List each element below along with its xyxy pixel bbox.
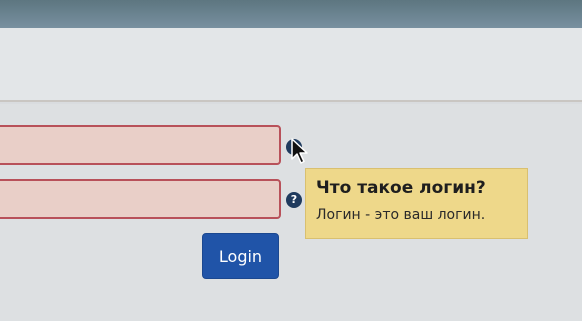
top-banner — [0, 0, 582, 28]
header-area — [0, 28, 582, 102]
password-help-icon[interactable]: ? — [286, 192, 302, 208]
password-field[interactable] — [0, 179, 281, 219]
username-field[interactable] — [0, 125, 281, 165]
tooltip-title: Что такое логин? — [316, 178, 486, 198]
tooltip-text: Логин - это ваш логин. — [316, 207, 486, 223]
login-page: ? ? Что такое логин? Логин - это ваш лог… — [0, 0, 582, 321]
help-tooltip: Что такое логин? Логин - это ваш логин. — [305, 168, 528, 239]
login-button[interactable]: Login — [202, 233, 279, 279]
mouse-pointer-icon — [291, 138, 308, 164]
